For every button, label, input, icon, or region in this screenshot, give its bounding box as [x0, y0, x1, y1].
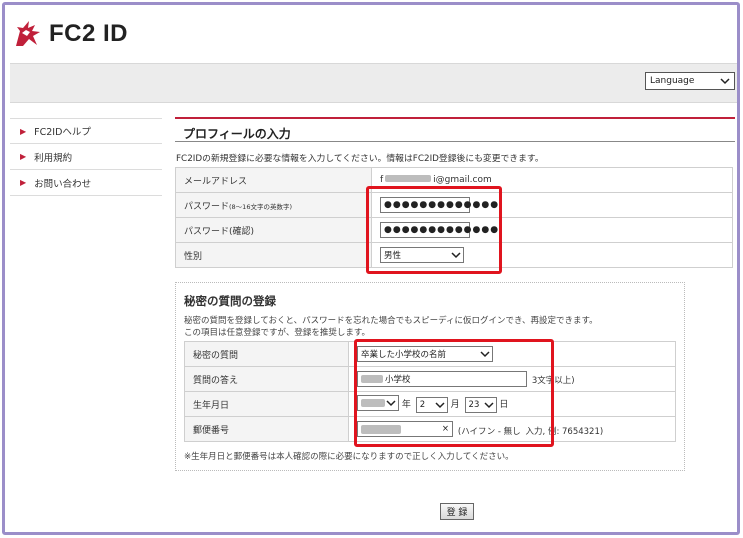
note-line: 秘密の質問を登録しておくと、パスワードを忘れた場合でもスピーディに仮ログインでき… [184, 316, 598, 326]
triangle-bullet-icon: ▶ [20, 152, 27, 161]
birthdate-label: 生年月日 [184, 391, 349, 417]
triangle-bullet-icon: ▶ [20, 126, 27, 136]
note-line: この項目は任意登録ですが、登録を推奨します。 [184, 328, 370, 338]
sidebar-item-terms[interactable]: ▶ 利用規約 [10, 144, 162, 170]
sidebar-item-help[interactable]: ▶ FC2IDヘルプ [10, 118, 162, 144]
secret-section-note: 秘密の質問を登録しておくと、パスワードを忘れた場合でもスピーディに仮ログインでき… [184, 315, 676, 339]
footnote: ※生年月日と郵便番号は本人確認の際に必要になりますので正しく入力してください。 [184, 452, 514, 462]
sidebar-item-contact[interactable]: ▶ お問い合わせ [10, 170, 162, 196]
email-label: メールアドレス [175, 167, 372, 193]
email-suffix: i@gmail.com [433, 175, 492, 185]
answer-label: 質問の答え [184, 366, 349, 392]
password-label: パスワード(8～16文字の英数字) [175, 192, 372, 218]
logo-text: FC2 ID [49, 20, 129, 47]
page-title: プロフィールの入力 [175, 117, 735, 142]
password-note: (8～16文字の英数字) [229, 202, 292, 211]
redacted-block [385, 175, 432, 182]
intro-text: FC2IDの新規登録に必要な情報を入力してください。情報はFC2ID登録後にも変… [176, 154, 544, 164]
triangle-bullet-icon: ▶ [20, 178, 27, 187]
top-bar: Language [10, 63, 737, 103]
sidebar-item-label: FC2IDヘルプ [34, 127, 91, 138]
window-frame: FC2 ID Language ▶ FC2IDヘルプ ▶ 利用規約 ▶ お問い合… [2, 2, 740, 535]
chevron-down-icon [720, 78, 730, 85]
email-prefix: f [380, 175, 384, 185]
annotation-highlight-password [366, 186, 502, 274]
password-label-text: パスワード [184, 201, 230, 212]
language-select[interactable]: Language [645, 72, 735, 90]
register-button[interactable]: 登 録 [440, 503, 474, 520]
sidebar-item-label: お問い合わせ [34, 178, 92, 190]
unicorn-logo-icon [16, 21, 40, 46]
annotation-highlight-secret [354, 339, 554, 447]
secret-section-title: 秘密の質問の登録 [184, 294, 276, 308]
postal-code-label: 郵便番号 [184, 416, 349, 442]
gender-label: 性別 [175, 242, 372, 268]
sidebar-item-label: 利用規約 [34, 152, 73, 164]
password-confirm-label: パスワード(確認) [175, 217, 372, 243]
fc2-logo[interactable]: FC2 ID [13, 19, 128, 49]
secret-question-label: 秘密の質問 [184, 341, 349, 367]
language-select-label: Language [650, 76, 695, 86]
sidebar: ▶ FC2IDヘルプ ▶ 利用規約 ▶ お問い合わせ [10, 118, 162, 196]
